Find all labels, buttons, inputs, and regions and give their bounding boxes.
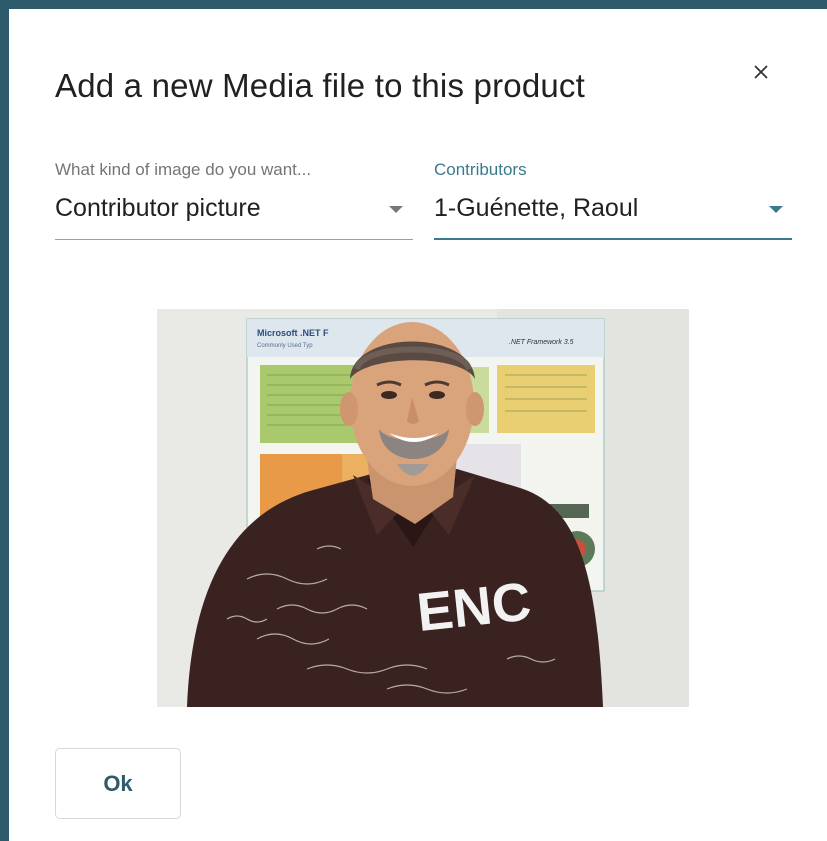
contributor-photo: Microsoft .NET F Commonly Used Typ 5 .NE… (157, 309, 689, 707)
poster-title: Microsoft .NET F (257, 328, 329, 338)
image-kind-label: What kind of image do you want... (55, 160, 312, 179)
ok-button[interactable]: Ok (55, 748, 181, 819)
image-kind-select[interactable]: What kind of image do you want... Contri… (55, 160, 413, 250)
poster-logo: .NET Framework 3.5 (509, 339, 574, 346)
contributors-value: 1-Guénette, Raoul (434, 194, 639, 222)
close-button[interactable] (749, 60, 773, 84)
dialog-border-top (0, 0, 827, 9)
chevron-down-icon (769, 206, 783, 213)
media-dialog: Add a new Media file to this product Wha… (0, 0, 827, 841)
dialog-title: Add a new Media file to this product (55, 67, 585, 104)
shirt-text: ENC (414, 571, 534, 643)
contributors-select[interactable]: Contributors 1-Guénette, Raoul (434, 160, 792, 250)
contributors-label: Contributors (434, 160, 527, 179)
dialog-border-left (0, 0, 9, 841)
image-kind-underline (55, 239, 413, 240)
chevron-down-icon (389, 206, 403, 213)
contributors-underline (434, 238, 792, 240)
contributor-photo-image: Microsoft .NET F Commonly Used Typ 5 .NE… (157, 309, 689, 707)
image-kind-value: Contributor picture (55, 194, 261, 222)
poster-subtitle: Commonly Used Typ (257, 343, 313, 349)
close-icon (754, 65, 768, 79)
